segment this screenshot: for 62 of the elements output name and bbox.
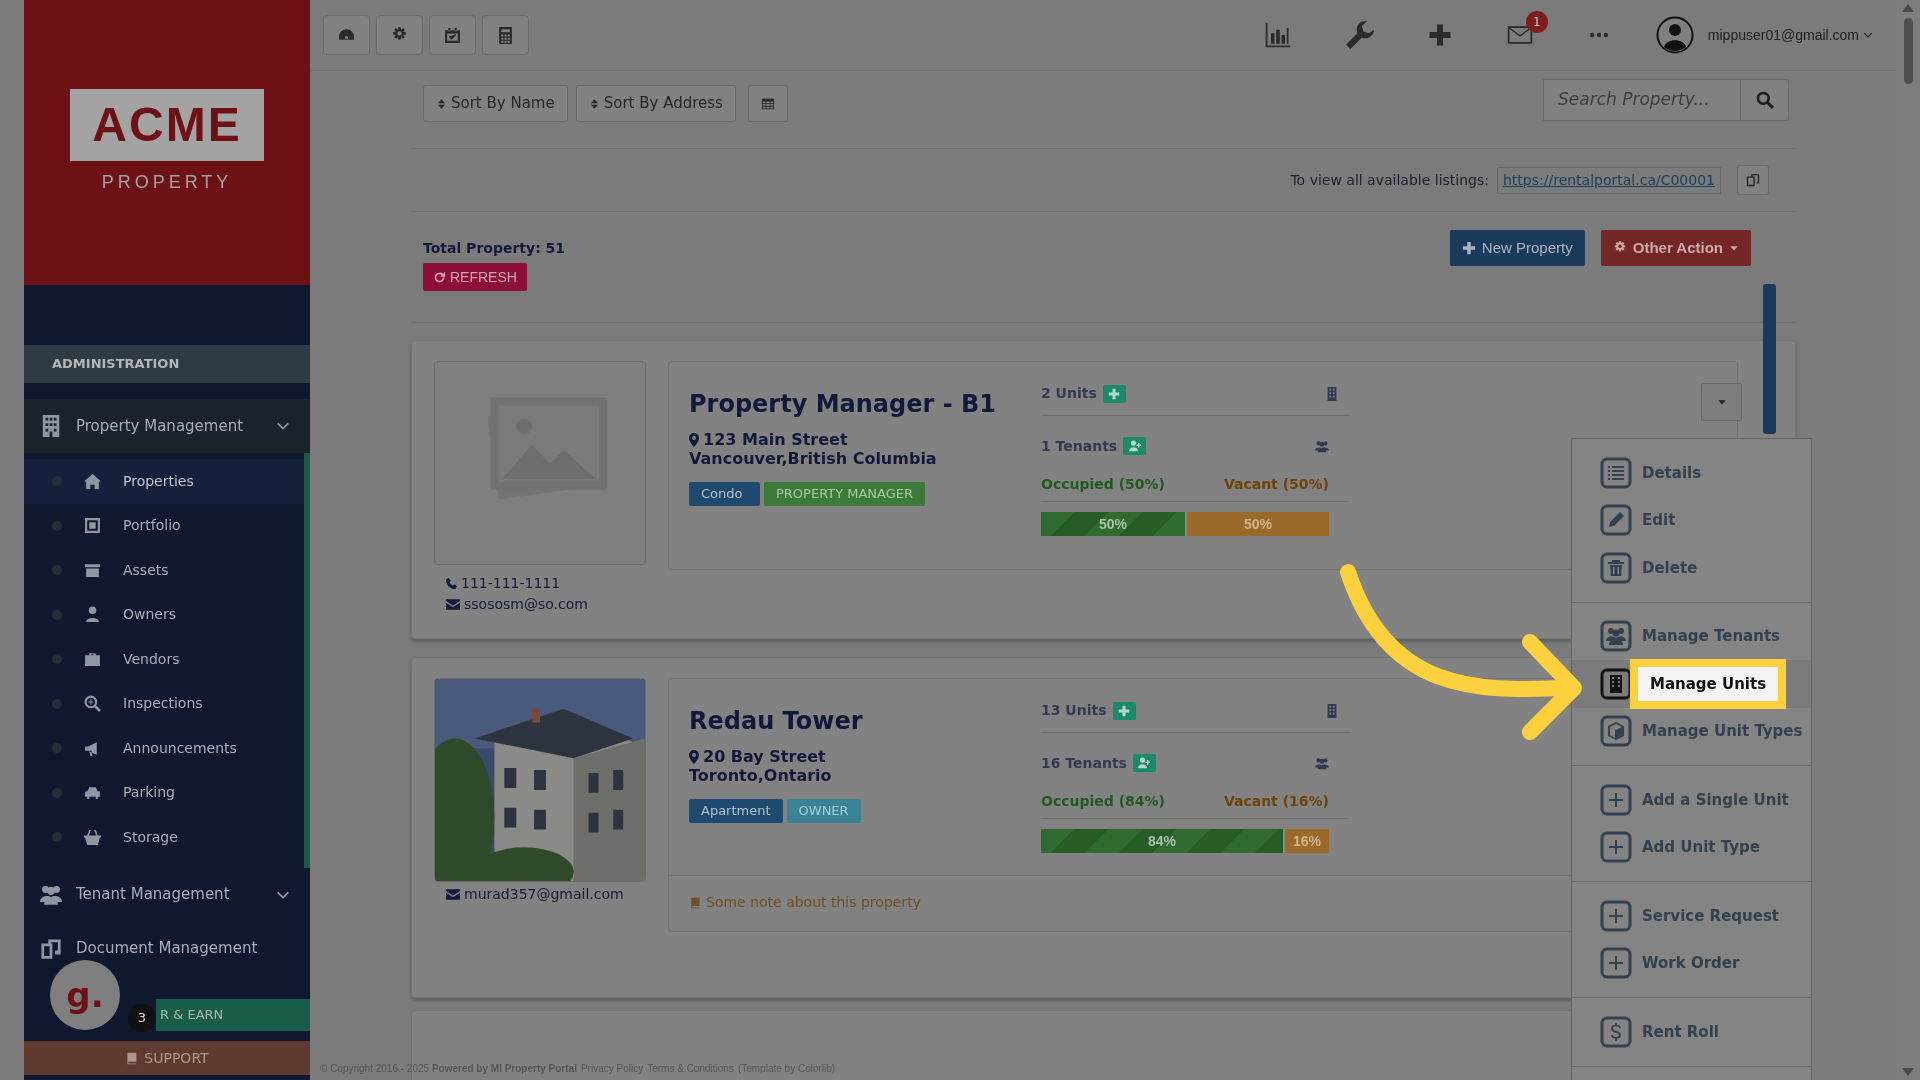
menu-item[interactable]: Edit xyxy=(1572,496,1811,544)
tag: Condo xyxy=(689,482,760,506)
menu-item[interactable]: Manage Tenants xyxy=(1572,612,1811,660)
refer-earn-bar[interactable]: R & EARN xyxy=(156,999,310,1031)
vacant-fill: 16% xyxy=(1282,829,1329,853)
address-line: 123 Main Street xyxy=(689,430,1041,449)
sidebar-item[interactable]: Announcements xyxy=(24,726,304,771)
logo-text: ACME xyxy=(70,89,264,161)
menu-item[interactable]: Work Order xyxy=(1572,939,1811,987)
phone-number: 111-111-1111 xyxy=(434,573,646,594)
sort-button[interactable]: Sort By Address xyxy=(575,85,736,122)
sidebar-item[interactable]: Inspections xyxy=(24,681,304,726)
sidebar-group[interactable]: Property Management xyxy=(24,399,310,453)
other-action-button[interactable]: Other Action xyxy=(1600,230,1751,266)
vacant-fill: 50% xyxy=(1185,512,1329,536)
address-line: Vancouver,British Columbia xyxy=(689,449,938,468)
sidebar-item[interactable]: Storage xyxy=(24,815,304,860)
count-label: 1 Tenants xyxy=(1041,435,1147,457)
property-name: Redau Tower xyxy=(689,706,864,737)
vacant-label: Vacant (16%) xyxy=(1223,792,1329,811)
sidebar-item[interactable]: Properties xyxy=(24,459,304,504)
tag: PROPERTY MANAGER xyxy=(764,482,926,506)
menu-item[interactable]: Delete xyxy=(1572,544,1811,592)
support-button[interactable]: SUPPORT xyxy=(24,1041,310,1075)
search-field[interactable]: Search Property... xyxy=(1543,78,1741,121)
tag: OWNER xyxy=(786,799,861,823)
sidebar-item[interactable]: Portfolio xyxy=(24,503,304,548)
address-line: 20 Bay Street xyxy=(689,747,1041,766)
listings-link[interactable]: https://rentalportal.ca/C00001 xyxy=(1497,166,1721,194)
menu-item[interactable]: Manage Units xyxy=(1572,660,1811,708)
property-name: Property Manager - B1 xyxy=(689,389,997,420)
menu-item[interactable]: Manage Unit Types xyxy=(1572,707,1811,755)
total-count: Total Property: 51 xyxy=(423,239,566,258)
email-address: ssososm@so.com xyxy=(434,594,646,615)
occupied-label: Occupied (84%) xyxy=(1041,792,1165,811)
address-line: Toronto,Ontario xyxy=(689,766,833,785)
sort-button[interactable]: Sort By Name xyxy=(423,85,568,122)
menu-item[interactable]: Add Unit Type xyxy=(1572,823,1811,871)
sidebar-item[interactable]: Assets xyxy=(24,548,304,593)
occupied-fill: 50% xyxy=(1041,512,1185,536)
count-label: 2 Units xyxy=(1041,383,1126,404)
refresh-button[interactable]: REFRESH xyxy=(423,263,527,291)
sidebar-item[interactable]: Owners xyxy=(24,592,304,637)
section-header: ADMINISTRATION xyxy=(24,345,310,383)
sidebar-group[interactable]: Tenant Management xyxy=(24,867,310,922)
listings-label: To view all available listings: xyxy=(1290,170,1489,190)
count-label: 13 Units xyxy=(1041,700,1136,721)
notification-badge: 1 xyxy=(1525,11,1548,33)
menu-item[interactable]: Details xyxy=(1572,449,1811,497)
menu-item[interactable]: Add a Single Unit xyxy=(1572,776,1811,824)
user-menu[interactable]: mippuser01@gmail.com xyxy=(1707,24,1873,46)
vacant-label: Vacant (50%) xyxy=(1223,475,1329,494)
count-label: 16 Tenants xyxy=(1041,752,1156,774)
tag: Apartment xyxy=(689,799,783,823)
menu-item[interactable]: Rent Roll xyxy=(1572,1008,1811,1056)
sidebar-item[interactable]: Parking xyxy=(24,770,304,815)
email-address: murad357@gmail.com xyxy=(434,884,646,905)
logo-tagline: PROPERTY xyxy=(101,171,233,194)
sidebar-item[interactable]: Vendors xyxy=(24,637,304,682)
occupied-fill: 84% xyxy=(1041,829,1283,853)
occupied-label: Occupied (50%) xyxy=(1041,475,1165,494)
new-property-button[interactable]: New Property xyxy=(1449,230,1585,266)
